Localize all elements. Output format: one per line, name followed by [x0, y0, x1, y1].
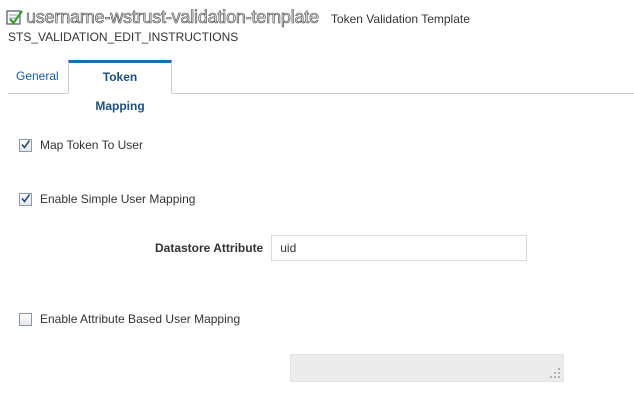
- enable-attribute-based-user-mapping-row: Enable Attribute Based User Mapping: [19, 312, 240, 326]
- map-token-to-user-row: Map Token To User: [19, 138, 143, 152]
- token-mapping-page: username-wstrust-validation-template Tok…: [0, 0, 634, 408]
- edit-instructions: STS_VALIDATION_EDIT_INSTRUCTIONS: [8, 30, 239, 44]
- tab-bar: General Token Mapping: [8, 60, 634, 113]
- map-token-to-user-checkbox[interactable]: [19, 138, 32, 152]
- checkmark-icon: [21, 139, 31, 149]
- template-icon: [6, 9, 23, 25]
- tab-general[interactable]: General: [8, 60, 67, 93]
- map-token-to-user-label: Map Token To User: [40, 138, 143, 152]
- enable-simple-user-mapping-label: Enable Simple User Mapping: [40, 192, 196, 206]
- datastore-attribute-row: Datastore Attribute: [155, 235, 528, 261]
- template-name: username-wstrust-validation-template: [26, 6, 320, 27]
- enable-simple-user-mapping-row: Enable Simple User Mapping: [19, 192, 195, 206]
- template-header: username-wstrust-validation-template Tok…: [6, 5, 470, 29]
- template-type-label: Token Validation Template: [330, 11, 470, 26]
- datastore-attribute-label: Datastore Attribute: [155, 241, 264, 255]
- datastore-attribute-input[interactable]: [271, 235, 528, 261]
- checkmark-icon: [21, 193, 31, 203]
- tab-token-mapping[interactable]: Token Mapping: [68, 60, 172, 113]
- enable-simple-user-mapping-checkbox[interactable]: [19, 192, 32, 206]
- attribute-mapping-textarea: [290, 354, 564, 382]
- resize-grip-icon: [550, 368, 560, 378]
- enable-attribute-based-user-mapping-checkbox[interactable]: [19, 312, 32, 326]
- enable-attribute-based-user-mapping-label: Enable Attribute Based User Mapping: [40, 312, 241, 326]
